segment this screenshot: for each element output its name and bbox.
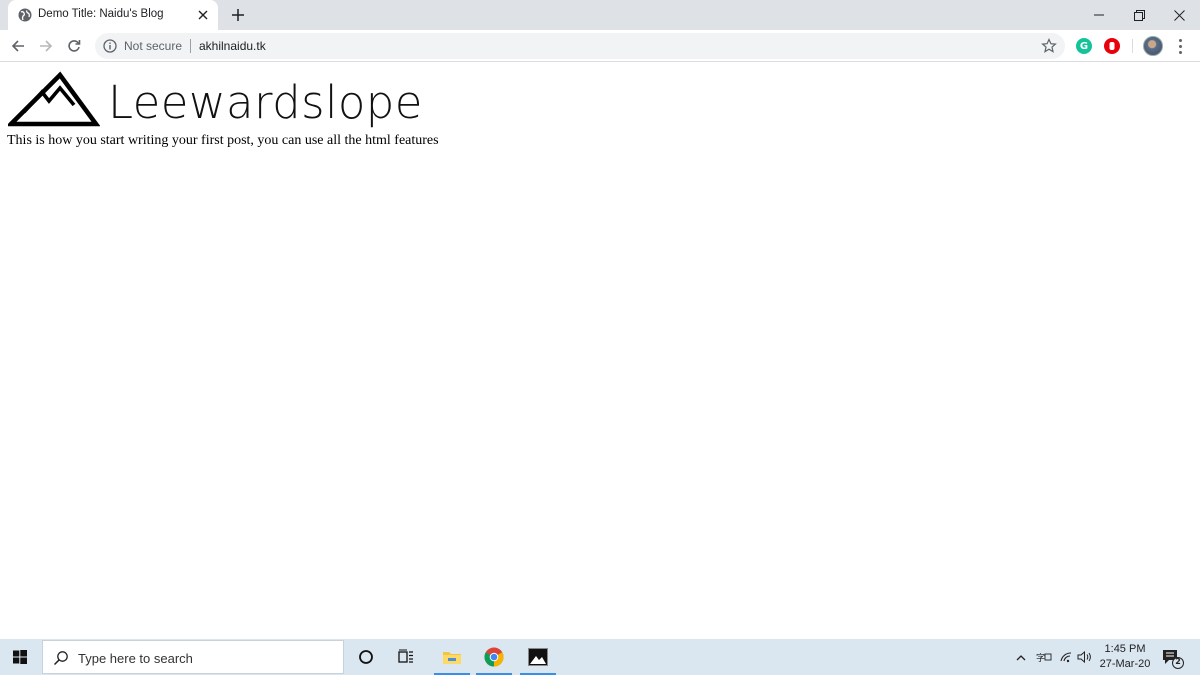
task-view-button[interactable] xyxy=(386,639,426,675)
search-placeholder: Type here to search xyxy=(78,651,193,666)
search-icon xyxy=(53,651,68,666)
photos-taskbar-icon[interactable] xyxy=(518,639,558,675)
toolbar-divider xyxy=(1132,39,1133,53)
browser-tab[interactable]: Demo Title: Naidu's Blog xyxy=(8,0,218,30)
globe-icon xyxy=(18,8,32,22)
adblock-extension-icon[interactable] xyxy=(1104,38,1120,54)
web-page: Leewardslope This is how you start writi… xyxy=(0,63,1200,639)
clock-date: 27-Mar-20 xyxy=(1099,658,1151,670)
info-icon[interactable] xyxy=(103,39,117,53)
taskbar-search-box[interactable]: Type here to search xyxy=(42,640,344,674)
address-bar[interactable]: Not secure akhilnaidu.tk xyxy=(95,33,1065,59)
chrome-taskbar-icon[interactable] xyxy=(474,639,514,675)
mountain-logo-icon xyxy=(8,71,100,127)
omnibox-divider xyxy=(190,39,191,53)
notification-count-badge: 2 xyxy=(1175,657,1181,666)
wifi-icon[interactable] xyxy=(1058,639,1074,675)
grammarly-extension-icon[interactable]: G xyxy=(1076,38,1092,54)
taskbar: Type here to search 字 1:45 PM 27-Mar-20 … xyxy=(0,639,1200,675)
language-input-icon[interactable]: 字 xyxy=(1034,639,1054,675)
forward-button[interactable] xyxy=(34,34,58,58)
site-logo-text[interactable]: Leewardslope xyxy=(108,73,423,133)
reload-button[interactable] xyxy=(62,34,86,58)
profile-avatar[interactable] xyxy=(1143,36,1163,56)
tab-strip: Demo Title: Naidu's Blog xyxy=(0,0,1200,30)
file-explorer-taskbar-icon[interactable] xyxy=(432,639,472,675)
post-body: This is how you start writing your first… xyxy=(7,133,439,148)
taskbar-clock[interactable]: 1:45 PM 27-Mar-20 xyxy=(1096,642,1154,672)
close-window-button[interactable] xyxy=(1156,0,1200,30)
browser-menu-icon[interactable] xyxy=(1172,37,1188,55)
security-status[interactable]: Not secure xyxy=(124,39,182,53)
clock-time: 1:45 PM xyxy=(1104,643,1146,655)
bookmark-star-icon[interactable] xyxy=(1041,38,1057,54)
url-text[interactable]: akhilnaidu.tk xyxy=(199,39,266,53)
windows-start-button[interactable] xyxy=(0,639,40,675)
show-hidden-icons-chevron-icon[interactable] xyxy=(1013,639,1029,675)
svg-text:字: 字 xyxy=(1036,652,1045,663)
tab-title: Demo Title: Naidu's Blog xyxy=(38,8,164,20)
volume-icon[interactable] xyxy=(1076,639,1094,675)
new-tab-button[interactable] xyxy=(228,5,248,25)
action-center-icon[interactable]: 2 xyxy=(1160,647,1186,671)
back-button[interactable] xyxy=(6,34,30,58)
browser-toolbar: Not secure akhilnaidu.tk G xyxy=(0,30,1200,62)
tab-close-icon[interactable] xyxy=(194,6,212,24)
cortana-button[interactable] xyxy=(346,639,386,675)
